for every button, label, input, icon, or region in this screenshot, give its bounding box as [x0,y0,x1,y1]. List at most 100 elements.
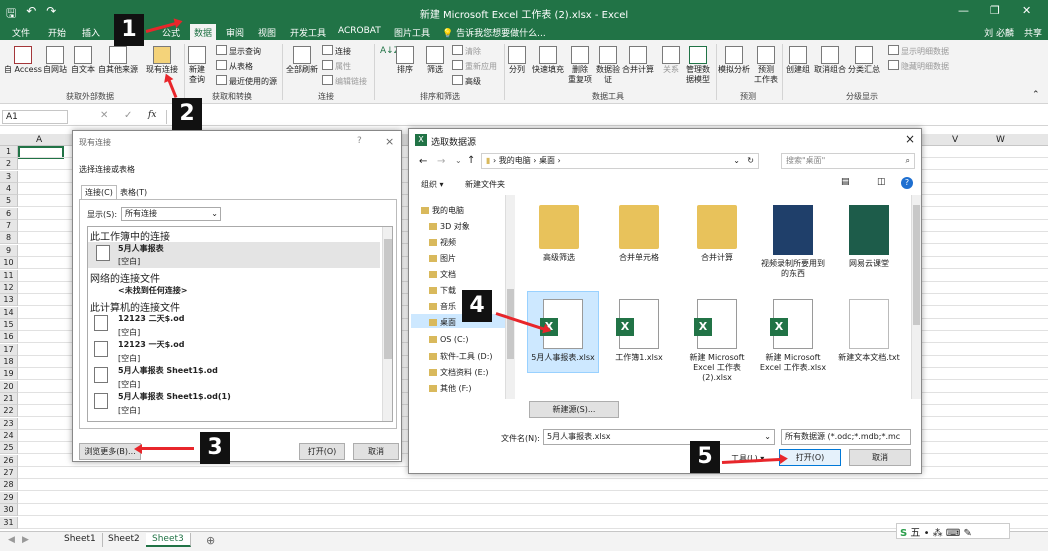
tab-insert[interactable]: 插入 [82,26,100,39]
restore-icon[interactable]: ❐ [990,4,1000,17]
row-header[interactable]: 11 [0,269,18,282]
open-button[interactable]: 打开(O) [299,443,345,460]
new-folder-button[interactable]: 新建文件夹 [465,179,505,190]
file-item[interactable]: 合并单元格 [605,205,673,263]
filetype-select[interactable]: 所有数据源 (*.odc;*.mdb;*.mc [781,429,911,445]
row-header[interactable]: 3 [0,170,18,183]
hide-detail-button[interactable]: 隐藏明细数据 [888,60,949,72]
view-options-icon[interactable]: ▤ [841,177,850,187]
nav-pictures[interactable]: 图片 [429,253,456,264]
row-header[interactable]: 27 [0,467,18,480]
forward-icon[interactable]: → [437,156,445,167]
row-header[interactable]: 28 [0,479,18,492]
list-item-name[interactable]: 5月人事报表 Sheet1$.od(1) [118,391,231,402]
tell-me-box[interactable]: 💡 告诉我您想要做什么... [442,26,546,39]
name-box[interactable]: A1 [2,110,68,124]
remove-duplicates-button[interactable]: 删除 重复项 [568,46,592,85]
edit-links-button[interactable]: 编辑链接 [322,75,367,87]
subtotal-button[interactable]: 分类汇总 [848,46,880,75]
up-icon[interactable]: ↑ [467,155,475,166]
open-button[interactable]: 打开(O) [779,449,841,466]
sort-button[interactable]: 排序 [396,46,414,75]
tab-developer[interactable]: 开发工具 [290,26,326,39]
tab-file[interactable]: 文件 [12,26,30,39]
organize-menu[interactable]: 组织 ▾ [421,179,444,190]
from-table-button[interactable]: 从表格 [216,60,253,72]
add-sheet-icon[interactable]: ⊕ [206,534,215,547]
sheet-prev-icon[interactable]: ◀ [8,535,15,545]
row-header[interactable]: 18 [0,355,18,368]
list-item-name[interactable]: 5月人事报表 Sheet1$.od [118,365,218,376]
column-header-v[interactable]: V [952,135,958,145]
file-item[interactable]: 视频录制所要用到的东西 [759,205,827,279]
refresh-all-button[interactable]: 全部刷新 [286,46,318,75]
recent-locations-icon[interactable]: ⌄ [455,156,462,165]
breadcrumb-desktop[interactable]: 桌面 [539,156,555,165]
row-header[interactable]: 22 [0,405,18,418]
nav-downloads[interactable]: 下载 [429,285,456,296]
tab-connections[interactable]: 连接(C) [81,185,117,199]
show-queries-button[interactable]: 显示查询 [216,45,261,57]
filter-button[interactable]: 筛选 [426,46,444,75]
connection-list[interactable]: 此工作簿中的连接 5月人事报表 [空白] 网络的连接文件 <未找到任何连接> 此… [87,226,393,422]
consolidate-button[interactable]: 合并计算 [622,46,654,75]
address-bar[interactable]: ▮ › 我的电脑 › 桌面 › ⌄ ↻ [481,153,759,169]
from-web-button[interactable]: 自网站 [43,46,67,75]
row-header[interactable]: 7 [0,220,18,233]
row-header[interactable]: 6 [0,207,18,220]
grid-row[interactable] [18,479,1048,492]
file-item[interactable]: 高级筛选 [525,205,593,263]
sheet-tab-sheet2[interactable]: Sheet2 [102,533,147,547]
show-select[interactable]: 所有连接 ⌄ [121,207,221,221]
data-validation-button[interactable]: 数据验 证 [596,46,620,85]
tab-home[interactable]: 开始 [48,26,66,39]
row-header[interactable]: 25 [0,442,18,455]
what-if-analysis-button[interactable]: 模拟分析 [718,46,750,75]
grid-row[interactable] [18,492,1048,504]
nav-music[interactable]: 音乐 [429,301,456,312]
file-grid-scrollbar[interactable] [911,195,921,399]
file-item[interactable]: X 新建 Microsoft Excel 工作表.xlsx [759,299,827,373]
cancel-button[interactable]: 取消 [849,449,911,466]
reapply-button[interactable]: 重新应用 [452,60,497,72]
row-header[interactable]: 31 [0,516,18,529]
file-item[interactable]: X 新建 Microsoft Excel 工作表 (2).xlsx [683,299,751,383]
new-query-button[interactable]: 新建 查询 [188,46,206,85]
column-header-w[interactable]: W [996,135,1005,145]
from-access-button[interactable]: 自 Access [4,46,42,75]
ungroup-button[interactable]: 取消组合 [814,46,846,75]
sheet-tab-sheet3[interactable]: Sheet3 [146,533,191,547]
recent-sources-button[interactable]: 最近使用的源 [216,75,277,87]
formula-input[interactable] [166,110,1036,124]
file-item[interactable]: 网易云课堂 [835,205,903,269]
sheet-next-icon[interactable]: ▶ [22,535,29,545]
file-item[interactable]: 新建文本文档.txt [835,299,903,363]
chevron-down-icon[interactable]: ⌄ [733,154,740,168]
row-header[interactable]: 17 [0,343,18,356]
nav-3d-objects[interactable]: 3D 对象 [429,221,470,232]
close-icon[interactable]: × [385,135,394,148]
list-item-name[interactable]: 12123 一天$.od [118,339,184,350]
nav-desktop[interactable]: 桌面 [429,317,456,328]
relationships-button[interactable]: 关系 [662,46,680,75]
grid-row[interactable] [18,517,1048,529]
nav-drive-c[interactable]: OS (C:) [429,335,468,344]
nav-scrollbar[interactable] [505,195,515,399]
new-source-button[interactable]: 新建源(S)... [529,401,619,418]
filename-input[interactable]: 5月人事报表.xlsx ⌄ [543,429,775,445]
cancel-button[interactable]: 取消 [353,443,399,460]
row-header[interactable]: 16 [0,331,18,344]
forecast-sheet-button[interactable]: 预测 工作表 [754,46,778,85]
list-item-name[interactable]: 12123 二天$.od [118,313,184,324]
row-header[interactable]: 29 [0,491,18,504]
nav-drive-d[interactable]: 软件-工具 (D:) [429,351,493,362]
share-button[interactable]: 共享 [1024,26,1042,39]
connections-button[interactable]: 连接 [322,45,351,57]
existing-connections-button[interactable]: 现有连接 [146,46,178,75]
row-header[interactable]: 4 [0,183,18,196]
from-other-sources-button[interactable]: 自其他来源 [98,46,138,75]
show-detail-button[interactable]: 显示明细数据 [888,45,949,57]
file-item[interactable]: X 工作簿1.xlsx [605,299,673,363]
scroll-thumb[interactable] [384,239,392,359]
user-name[interactable]: 刘 必麟 [984,26,1014,39]
